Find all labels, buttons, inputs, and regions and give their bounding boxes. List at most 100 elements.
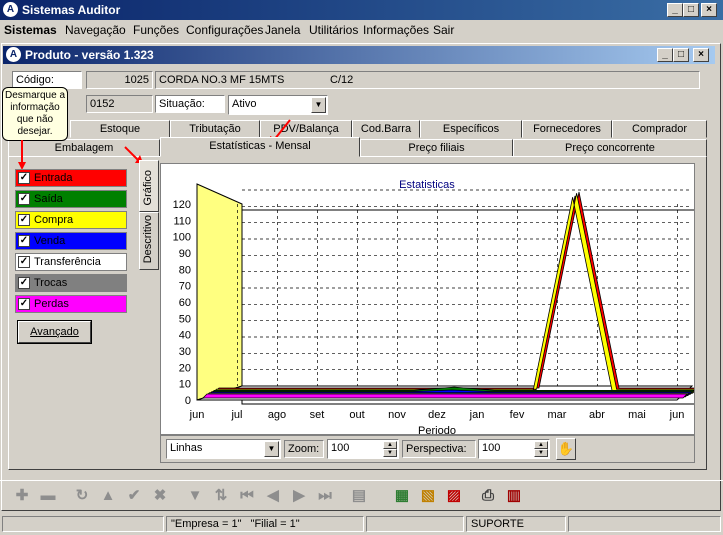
y-tick-label: 70 bbox=[179, 281, 191, 293]
checkbox-checked-icon[interactable]: ✓ bbox=[18, 277, 30, 289]
zoom-label: Zoom: bbox=[284, 440, 324, 458]
add-icon[interactable]: ✚ bbox=[12, 486, 32, 506]
legend-item[interactable]: ✓ Saída bbox=[15, 190, 127, 208]
legend-item[interactable]: ✓ Compra bbox=[15, 211, 127, 229]
y-tick-label: 50 bbox=[179, 313, 191, 325]
sort-icon[interactable]: ⇅ bbox=[211, 486, 231, 506]
x-tick-label: jul bbox=[230, 409, 242, 421]
chart-type-select[interactable]: Linhas ▼ bbox=[166, 439, 281, 459]
status-cell-blank bbox=[2, 516, 164, 532]
y-tick-label: 10 bbox=[179, 379, 191, 391]
x-tick-label: set bbox=[310, 409, 325, 421]
report-icon[interactable]: ▨ bbox=[444, 486, 464, 506]
spin-up-icon[interactable]: ▲ bbox=[383, 441, 397, 449]
chart-left-wall bbox=[196, 183, 243, 401]
legend-item[interactable]: ✓ Trocas bbox=[15, 274, 127, 292]
legend-item[interactable]: ✓ Venda bbox=[15, 232, 127, 250]
y-tick-label: 40 bbox=[179, 330, 191, 342]
spin-down-icon[interactable]: ▼ bbox=[534, 449, 548, 457]
y-tick-label: 30 bbox=[179, 346, 191, 358]
y-tick-label: 120 bbox=[173, 199, 191, 211]
status-filial: "Filial = 1" bbox=[250, 518, 300, 530]
vtab-grafico-label: Gráfico bbox=[142, 169, 154, 205]
status-cell-blank-3 bbox=[568, 516, 721, 532]
legend-label: Compra bbox=[34, 214, 74, 226]
x-tick-label: ago bbox=[268, 409, 286, 421]
legend-item[interactable]: ✓ Entrada bbox=[15, 169, 127, 187]
refresh-icon[interactable]: ↻ bbox=[72, 486, 92, 506]
arrow-grafico bbox=[124, 146, 139, 161]
series-ribbon bbox=[202, 393, 688, 399]
spin-down-icon[interactable]: ▼ bbox=[383, 449, 397, 457]
hand-pan-icon[interactable]: ✋ bbox=[556, 438, 576, 460]
chart-type-value: Linhas bbox=[170, 442, 203, 454]
vtab-descritivo-label: Descritivo bbox=[142, 214, 154, 263]
zoom-stepper[interactable]: 100 ▲ ▼ bbox=[327, 439, 399, 459]
y-tick-label: 0 bbox=[185, 395, 191, 407]
x-tick-label: jan bbox=[469, 409, 485, 421]
vtab-grafico[interactable]: Gráfico bbox=[139, 160, 159, 212]
checkbox-checked-icon[interactable]: ✓ bbox=[18, 193, 30, 205]
y-tick-label: 20 bbox=[179, 362, 191, 374]
checkbox-checked-icon[interactable]: ✓ bbox=[18, 172, 30, 184]
advanced-button[interactable]: Avançado bbox=[17, 320, 92, 344]
spin-up-icon[interactable]: ▲ bbox=[534, 441, 548, 449]
remove-icon[interactable]: ▬ bbox=[38, 486, 58, 506]
checkbox-checked-icon[interactable]: ✓ bbox=[18, 214, 30, 226]
chevron-down-icon[interactable]: ▼ bbox=[264, 441, 279, 457]
x-tick-label: jun bbox=[669, 409, 685, 421]
vtab-descritivo[interactable]: Descritivo bbox=[139, 212, 159, 270]
y-tick-label: 90 bbox=[179, 248, 191, 260]
perspective-label: Perspectiva: bbox=[402, 440, 476, 458]
y-tick-label: 100 bbox=[173, 232, 191, 244]
document-icon[interactable]: ▤ bbox=[349, 486, 369, 506]
calendar-icon[interactable]: ▥ bbox=[504, 486, 524, 506]
zoom-value: 100 bbox=[331, 442, 350, 454]
advanced-button-label: Avançado bbox=[30, 326, 79, 338]
legend-item[interactable]: ✓ Transferência bbox=[15, 253, 127, 271]
status-user: SUPORTE bbox=[466, 516, 566, 532]
filter-icon[interactable]: ▼ bbox=[185, 486, 205, 506]
status-cell-blank-2 bbox=[366, 516, 464, 532]
x-tick-label: mai bbox=[628, 409, 646, 421]
last-record-icon[interactable]: ⏭ bbox=[315, 486, 335, 506]
y-tick-label: 80 bbox=[179, 264, 191, 276]
x-tick-label: dez bbox=[428, 409, 446, 421]
x-tick-label: nov bbox=[388, 409, 406, 421]
x-tick-label: mar bbox=[548, 409, 567, 421]
x-tick-label: jun bbox=[189, 409, 205, 421]
print-icon[interactable]: ⎙ bbox=[478, 486, 498, 506]
first-record-icon[interactable]: ⏮ bbox=[237, 486, 257, 506]
legend-item[interactable]: ✓ Perdas bbox=[15, 295, 127, 313]
y-tick-label: 110 bbox=[173, 215, 191, 227]
legend-label: Transferência bbox=[34, 256, 101, 268]
x-tick-label: out bbox=[349, 409, 364, 421]
y-tick-label: 60 bbox=[179, 297, 191, 309]
legend-label: Perdas bbox=[34, 298, 69, 310]
perspective-stepper[interactable]: 100 ▲ ▼ bbox=[478, 439, 550, 459]
next-record-icon[interactable]: ▶ bbox=[289, 486, 309, 506]
legend-label: Trocas bbox=[34, 277, 68, 289]
prev-record-icon[interactable]: ◀ bbox=[263, 486, 283, 506]
confirm-icon[interactable]: ✔ bbox=[124, 486, 144, 506]
checkbox-checked-icon[interactable]: ✓ bbox=[18, 298, 30, 310]
chart-area: 0 10 20 30 40 50 60 70 80 90 100 110 120 jun jul ago set… bbox=[160, 163, 723, 437]
statistics-chart: 0 10 20 30 40 50 60 70 80 90 100 110 120 jun jul ago set… bbox=[173, 179, 723, 437]
checkbox-checked-icon[interactable]: ✓ bbox=[18, 256, 30, 268]
export-icon[interactable]: ▦ bbox=[392, 486, 412, 506]
up-triangle-icon[interactable]: ▲ bbox=[98, 486, 118, 506]
import-icon[interactable]: ▧ bbox=[418, 486, 438, 506]
cancel-icon[interactable]: ✖ bbox=[150, 486, 170, 506]
tab-estatisticas-mensal[interactable]: Estatísticas - Mensal bbox=[160, 137, 360, 157]
chart-title: Estatisticas bbox=[399, 179, 455, 191]
checkbox-checked-icon[interactable]: ✓ bbox=[18, 235, 30, 247]
x-tick-label: fev bbox=[510, 409, 525, 421]
legend-label: Venda bbox=[34, 235, 66, 247]
chart-xlabel: Periodo bbox=[418, 425, 456, 434]
x-tick-label: abr bbox=[589, 409, 605, 421]
legend-label: Saída bbox=[34, 193, 63, 205]
status-empresa: "Empresa = 1" bbox=[171, 518, 242, 530]
legend-label: Entrada bbox=[34, 172, 73, 184]
perspective-value: 100 bbox=[482, 442, 501, 454]
status-empresa-filial: "Empresa = 1" "Filial = 1" bbox=[166, 516, 364, 532]
